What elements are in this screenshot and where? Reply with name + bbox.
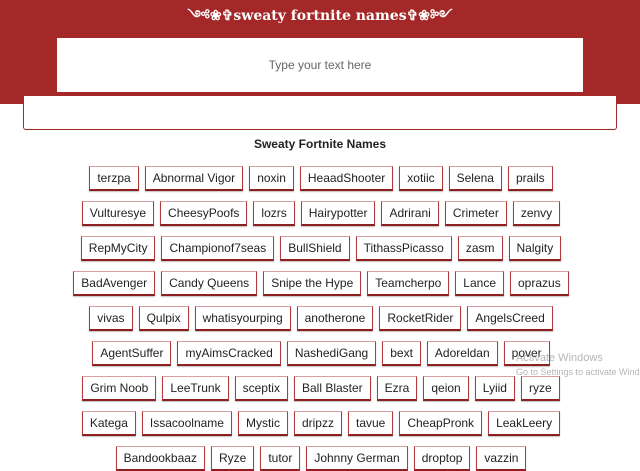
name-chip[interactable]: Ryze [210,446,255,471]
name-chip[interactable]: Lance [455,271,504,296]
names-grid: terzpa Abnormal Vigor noxin HeaadShooter xot… [57,166,585,471]
name-chip[interactable]: prails [507,166,553,191]
name-chip[interactable]: Nalgity [508,236,562,261]
name-chip[interactable]: anotherone [296,306,374,331]
name-chip[interactable]: Teamcherpo [367,271,450,296]
name-chip[interactable]: whatisyourping [194,306,291,331]
name-chip[interactable]: Adrirani [381,201,439,226]
name-chip[interactable]: sceptix [234,376,288,401]
name-chip[interactable]: BadAvenger [73,271,156,296]
name-chip[interactable]: noxin [249,166,294,191]
site-title: ༺❀✞sweaty fortnite names✞❀༻ [187,8,453,24]
name-chip[interactable]: Hairypotter [300,201,376,226]
name-chip[interactable]: LeakLeery [488,411,561,436]
name-chip[interactable]: tavue [347,411,394,436]
section-title: Sweaty Fortnite Names [253,137,387,151]
name-chip[interactable]: terzpa [89,166,139,191]
watermark-subtitle: Go to Settings to activate Windows. [516,367,640,377]
name-chip[interactable]: Adoreldan [426,341,498,366]
name-chip[interactable]: xotiic [399,166,443,191]
name-chip[interactable]: Ball Blaster [293,376,371,401]
name-chip[interactable]: Vulturesye [81,201,155,226]
name-chip[interactable]: zasm [457,236,503,261]
name-chip[interactable]: vazzin [476,446,527,471]
windows-activation-watermark: Activate Windows Go to Settings to activ… [516,352,640,378]
name-chip[interactable]: oprazus [510,271,569,296]
name-chip[interactable]: ryze [520,376,560,401]
name-chip[interactable]: Lyiid [474,376,515,401]
name-chip[interactable]: CheesyPoofs [160,201,248,226]
name-chip[interactable]: Johnny German [306,446,408,471]
name-chip[interactable]: Issacoolname [141,411,232,436]
name-chip[interactable]: TithassPicasso [355,236,452,261]
name-chip[interactable]: RepMyCity [80,236,156,261]
name-chip[interactable]: Grim Noob [82,376,157,401]
text-input[interactable] [57,38,583,92]
name-chip[interactable]: Ezra [376,376,418,401]
name-chip[interactable]: Abnormal Vigor [144,166,244,191]
name-chip[interactable]: Selena [448,166,502,191]
name-chip[interactable]: RocketRider [379,306,462,331]
name-chip[interactable]: BullShield [280,236,350,261]
name-chip[interactable]: NashediGang [286,341,377,366]
name-chip[interactable]: AngelsCreed [467,306,553,331]
name-chip[interactable]: LeeTrunk [162,376,229,401]
name-chip[interactable]: zenvy [512,201,561,226]
name-chip[interactable]: lozrs [253,201,295,226]
name-chip[interactable]: tutor [260,446,301,471]
watermark-title: Activate Windows [516,352,603,364]
name-chip[interactable]: Crimeter [444,201,507,226]
name-chip[interactable]: bext [382,341,421,366]
name-chip[interactable]: Bandookbaaz [115,446,205,471]
name-chip[interactable]: Snipe the Hype [263,271,362,296]
name-chip[interactable]: Mystic [237,411,288,436]
name-chip[interactable]: Championof7seas [161,236,275,261]
name-chip[interactable]: myAimsCracked [177,341,281,366]
name-chip[interactable]: Qulpix [138,306,189,331]
input-panel [23,96,617,130]
name-chip[interactable]: Katega [81,411,136,436]
name-chip[interactable]: dripzz [293,411,342,436]
name-chip[interactable]: AgentSuffer [92,341,172,366]
header-bar: ༺❀✞sweaty fortnite names✞❀༻ [0,0,640,104]
name-chip[interactable]: Candy Queens [161,271,258,296]
name-chip[interactable]: HeaadShooter [299,166,394,191]
name-chip[interactable]: vivas [89,306,133,331]
name-chip[interactable]: CheapPronk [399,411,483,436]
name-chip[interactable]: droptop [413,446,471,471]
name-chip[interactable]: qeion [423,376,469,401]
